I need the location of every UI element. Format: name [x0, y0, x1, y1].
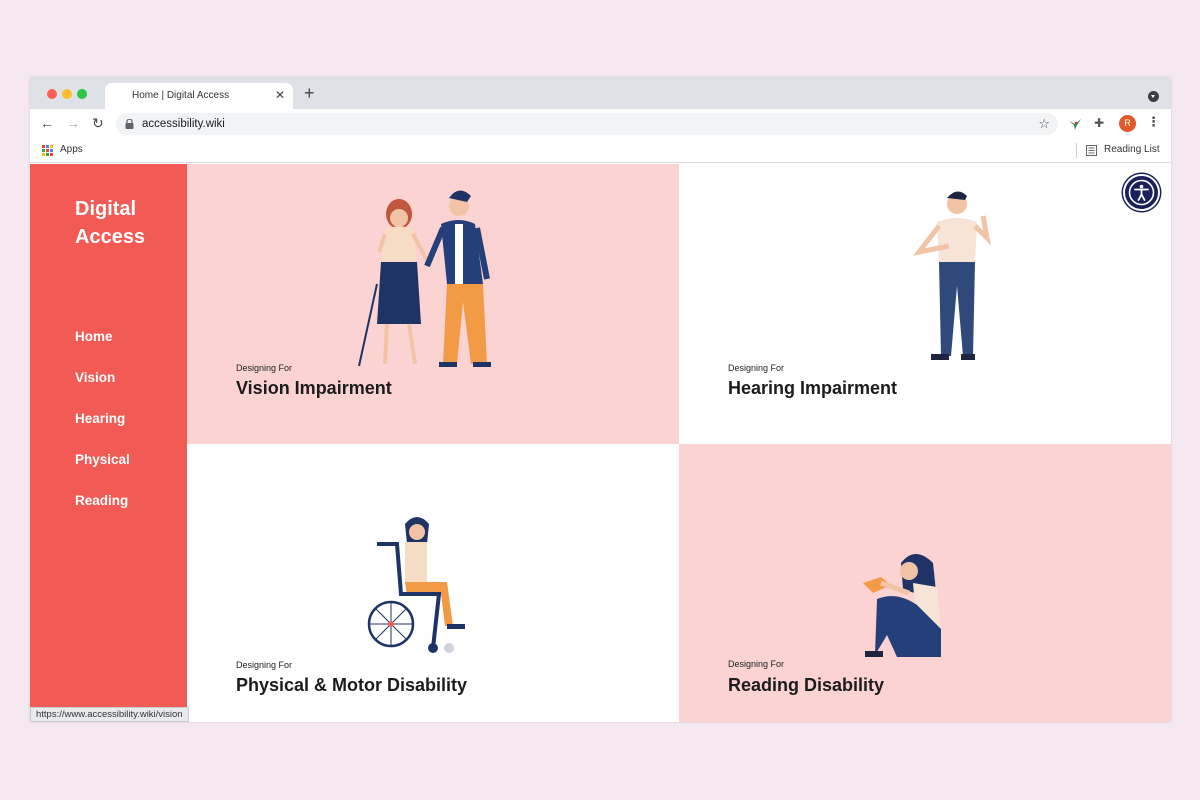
panel-vision[interactable]: Designing For Vision Impairment — [187, 164, 679, 444]
logo-line-1: Digital — [75, 198, 137, 220]
vision-illustration — [358, 190, 491, 367]
panel-physical[interactable]: Designing For Physical & Motor Disabilit… — [187, 444, 679, 722]
apps-label[interactable]: Apps — [60, 144, 83, 155]
forward-icon[interactable]: → — [66, 115, 80, 131]
reload-icon[interactable]: ↻ — [92, 115, 104, 131]
close-window-button[interactable] — [47, 89, 57, 99]
accessibility-icon — [1128, 179, 1155, 206]
accessibility-button[interactable] — [1123, 174, 1160, 211]
nav-vision[interactable]: Vision — [75, 370, 115, 385]
back-icon[interactable]: ← — [40, 115, 54, 131]
profile-avatar[interactable]: R — [1119, 115, 1136, 132]
nav-reading[interactable]: Reading — [75, 493, 128, 508]
panel-reading[interactable]: Designing For Reading Disability — [679, 444, 1171, 722]
hummingbird-extension-icon[interactable] — [1067, 116, 1083, 132]
status-bar-url: https://www.accessibility.wiki/vision — [30, 707, 189, 722]
lock-icon — [125, 119, 134, 129]
maximize-window-button[interactable] — [77, 89, 87, 99]
panel-overline: Designing For — [728, 659, 785, 669]
logo-line-2: Access — [75, 226, 146, 248]
panel-title[interactable]: Vision Impairment — [236, 378, 392, 399]
web-page: Digital Access Home Vision Hearing Physi… — [30, 164, 1171, 722]
panel-title[interactable]: Reading Disability — [728, 675, 884, 696]
browser-toolbar: ← → ↻ accessibility.wiki ☆ ✚ R ⋮ — [30, 109, 1171, 139]
panel-title[interactable]: Hearing Impairment — [728, 378, 897, 399]
tab-title: Home | Digital Access — [132, 90, 230, 101]
panel-hearing[interactable]: Designing For Hearing Impairment — [679, 164, 1171, 444]
reading-illustration — [863, 554, 941, 657]
address-bar[interactable]: accessibility.wiki ☆ — [116, 113, 1058, 135]
new-tab-button[interactable]: + — [304, 83, 315, 103]
hearing-illustration — [912, 191, 991, 360]
physical-illustration — [367, 517, 465, 653]
bookmarks-divider — [1076, 143, 1077, 158]
reading-list-label[interactable]: Reading List — [1104, 144, 1160, 155]
puzzle-icon[interactable]: ✚ — [1094, 115, 1104, 131]
active-tab[interactable]: Home | Digital Access ✕ — [105, 83, 293, 109]
panel-overline: Designing For — [728, 363, 785, 373]
nav-hearing[interactable]: Hearing — [75, 411, 125, 426]
panel-overline: Designing For — [236, 660, 293, 670]
star-icon[interactable]: ☆ — [1038, 116, 1050, 131]
close-tab-icon[interactable]: ✕ — [275, 88, 285, 102]
tab-search-icon[interactable] — [1148, 91, 1159, 102]
kebab-icon[interactable]: ⋮ — [1147, 114, 1160, 130]
reading-list-icon[interactable] — [1086, 145, 1097, 156]
bookmarks-bar: Apps Reading List — [30, 139, 1171, 163]
panel-title[interactable]: Physical & Motor Disability — [236, 675, 467, 696]
panel-overline: Designing For — [236, 363, 293, 373]
tab-bar: Home | Digital Access ✕ + — [30, 77, 1171, 109]
nav-physical[interactable]: Physical — [75, 452, 130, 467]
minimize-window-button[interactable] — [62, 89, 72, 99]
sidebar: Digital Access Home Vision Hearing Physi… — [30, 164, 187, 722]
browser-window: Home | Digital Access ✕ + ← → ↻ accessib… — [30, 77, 1171, 722]
site-logo[interactable]: Digital Access — [75, 195, 175, 251]
nav-home[interactable]: Home — [75, 329, 113, 344]
url-text[interactable]: accessibility.wiki — [142, 118, 225, 130]
apps-grid-icon[interactable] — [42, 145, 53, 156]
